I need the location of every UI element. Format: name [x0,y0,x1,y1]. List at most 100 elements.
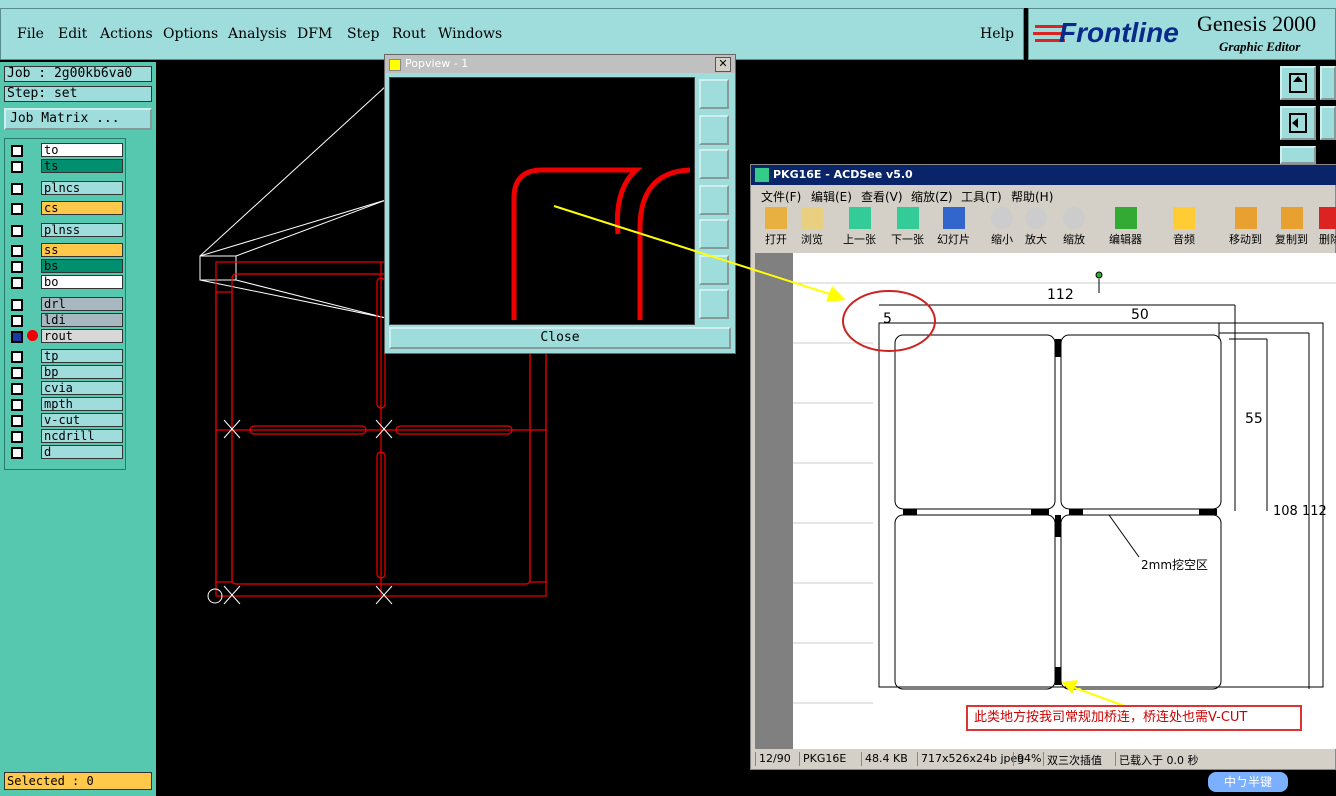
menu-step[interactable]: Step [347,26,379,42]
menu-windows[interactable]: Windows [438,26,502,42]
layer-name[interactable]: cs [41,201,123,215]
layer-checkbox[interactable] [11,225,23,237]
layer-checkbox[interactable] [11,161,23,173]
layer-row-to[interactable]: to [7,143,125,158]
layer-row-d[interactable]: d [7,445,125,460]
popview-pan-right-button[interactable] [699,219,729,249]
layer-row-ldi[interactable]: ldi [7,313,125,328]
popview-zoom-out-button[interactable] [699,289,729,319]
layer-row-cs[interactable]: cs [7,201,125,216]
layer-name[interactable]: rout [41,329,123,343]
layer-name[interactable]: ldi [41,313,123,327]
layer-name[interactable]: bo [41,275,123,289]
popview-close-icon[interactable]: ✕ [715,57,731,72]
layer-name[interactable]: ss [41,243,123,257]
layer-name[interactable]: tp [41,349,123,363]
menu-help[interactable]: Help [980,26,1014,42]
layer-row-bp[interactable]: bp [7,365,125,380]
tool-audio-button[interactable]: 音频 [1173,207,1195,247]
tool-delete-button[interactable]: 删除 [1319,207,1336,247]
layer-checkbox[interactable] [11,383,23,395]
layer-name[interactable]: cvia [41,381,123,395]
layer-checkbox[interactable] [11,299,23,311]
tool-zoom-button[interactable]: 缩放 [1063,207,1085,247]
menu-actions[interactable]: Actions [100,26,153,42]
move-down-tool-button[interactable] [1280,146,1316,164]
ime-indicator[interactable]: 中ㄅ半键 [1208,772,1288,792]
menu-edit[interactable]: Edit [58,26,87,42]
layer-name[interactable]: d [41,445,123,459]
popview-pan-up-button[interactable] [699,115,729,145]
layer-row-drl[interactable]: drl [7,297,125,312]
popview-zoom-in-button[interactable] [699,255,729,285]
tool-open-button[interactable]: 打开 [765,207,787,247]
layer-checkbox[interactable] [11,277,23,289]
layer-checkbox[interactable] [11,447,23,459]
layer-row-ncdrill[interactable]: ncdrill [7,429,125,444]
move-up-tool-button[interactable] [1280,66,1316,100]
menu-rout[interactable]: Rout [392,26,426,42]
layer-row-ts[interactable]: ts [7,159,125,174]
layer-row-plncs[interactable]: plncs [7,181,125,196]
layer-row-tp[interactable]: tp [7,349,125,364]
layer-checkbox[interactable] [11,367,23,379]
tool-editor-button[interactable]: 编辑器 [1109,207,1142,247]
layer-name[interactable]: ts [41,159,123,173]
job-matrix-button[interactable]: Job Matrix ... [4,108,152,130]
layer-row-rout[interactable]: rout [7,329,125,344]
acdsee-viewer[interactable]: 112 50 5 55 108 112 2mm挖空区 [755,253,1336,749]
menu-file[interactable]: File [17,26,44,42]
acdsee-menu-file[interactable]: 文件(F) [761,188,801,205]
menu-dfm[interactable]: DFM [297,26,332,42]
layer-checkbox[interactable] [11,315,23,327]
tool-slideshow-button[interactable]: 幻灯片 [937,207,970,247]
tool-zoom-out-button[interactable]: 缩小 [991,207,1013,247]
popview-titlebar[interactable]: Popview - 1 ✕ [385,55,735,73]
layer-checkbox[interactable] [11,399,23,411]
layer-row-plnss[interactable]: plnss [7,223,125,238]
layer-checkbox[interactable] [11,415,23,427]
acdsee-menu-zoom[interactable]: 缩放(Z) [911,188,953,205]
acdsee-menu-edit[interactable]: 编辑(E) [811,188,852,205]
menu-analysis[interactable]: Analysis [228,26,287,42]
layer-row-bo[interactable]: bo [7,275,125,290]
popview-close-button[interactable]: Close [389,327,731,349]
layer-checkbox[interactable] [11,261,23,273]
acdsee-menu-help[interactable]: 帮助(H) [1011,188,1053,205]
layer-checkbox[interactable] [11,431,23,443]
menu-options[interactable]: Options [163,26,218,42]
layer-name[interactable]: ncdrill [41,429,123,443]
layer-row-bs[interactable]: bs [7,259,125,274]
layer-checkbox[interactable] [11,331,23,343]
layer-name[interactable]: mpth [41,397,123,411]
tool-prev-button[interactable]: 上一张 [843,207,876,247]
layer-checkbox[interactable] [11,351,23,363]
layer-name[interactable]: plnss [41,223,123,237]
popview-zoom-fit-button[interactable] [699,79,729,109]
tool-button-right-1[interactable] [1320,66,1336,100]
popview-pan-left-button[interactable] [699,185,729,215]
tool-move-button[interactable]: 移动到 [1229,207,1262,247]
tool-next-button[interactable]: 下一张 [891,207,924,247]
layer-checkbox[interactable] [11,183,23,195]
layer-name[interactable]: drl [41,297,123,311]
layer-name[interactable]: v-cut [41,413,123,427]
layer-checkbox[interactable] [11,145,23,157]
tool-browse-button[interactable]: 浏览 [801,207,823,247]
tool-copy-button[interactable]: 复制到 [1275,207,1308,247]
move-left-tool-button[interactable] [1280,106,1316,140]
popview-canvas[interactable] [389,77,695,325]
tool-zoom-in-button[interactable]: 放大 [1025,207,1047,247]
acdsee-titlebar[interactable]: PKG16E - ACDSee v5.0 [751,165,1336,185]
tool-button-right-2[interactable] [1320,106,1336,140]
layer-name[interactable]: plncs [41,181,123,195]
popview-pan-down-button[interactable] [699,149,729,179]
acdsee-menu-tools[interactable]: 工具(T) [961,188,1002,205]
layer-row-cvia[interactable]: cvia [7,381,125,396]
layer-name[interactable]: to [41,143,123,157]
layer-name[interactable]: bp [41,365,123,379]
layer-row-mpth[interactable]: mpth [7,397,125,412]
layer-name[interactable]: bs [41,259,123,273]
layer-row-v-cut[interactable]: v-cut [7,413,125,428]
acdsee-menu-view[interactable]: 查看(V) [861,188,903,205]
